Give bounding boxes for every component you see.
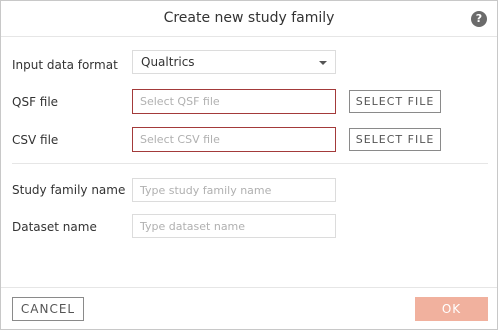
cancel-button[interactable]: CANCEL <box>12 297 84 321</box>
ok-button[interactable]: OK <box>415 297 488 321</box>
csv-file-placeholder: Select CSV file <box>140 133 220 146</box>
dialog-header: Create new study family ? <box>1 1 497 37</box>
csv-file-label: CSV file <box>12 133 59 147</box>
dataset-name-input[interactable]: Type dataset name <box>132 214 336 238</box>
create-study-family-dialog: Create new study family ? Input data for… <box>0 0 498 330</box>
study-family-name-label: Study family name <box>12 183 126 197</box>
input-format-select[interactable]: Qualtrics <box>132 50 336 74</box>
input-format-value: Qualtrics <box>141 55 195 69</box>
csv-file-input[interactable]: Select CSV file <box>132 127 336 152</box>
help-icon[interactable]: ? <box>471 11 487 27</box>
qsf-file-label: QSF file <box>12 95 59 109</box>
study-family-name-input[interactable]: Type study family name <box>132 178 336 202</box>
qsf-file-placeholder: Select QSF file <box>140 95 220 108</box>
section-divider <box>12 163 488 164</box>
qsf-file-input[interactable]: Select QSF file <box>132 89 336 114</box>
select-qsf-file-button[interactable]: SELECT FILE <box>349 90 441 113</box>
chevron-down-icon <box>319 61 327 65</box>
study-family-name-placeholder: Type study family name <box>140 184 272 197</box>
dialog-title: Create new study family <box>163 10 335 26</box>
select-csv-file-button[interactable]: SELECT FILE <box>349 128 441 151</box>
dataset-name-label: Dataset name <box>12 220 97 234</box>
input-format-label: Input data format <box>12 58 118 72</box>
dataset-name-placeholder: Type dataset name <box>140 220 246 233</box>
footer-divider <box>1 287 497 288</box>
